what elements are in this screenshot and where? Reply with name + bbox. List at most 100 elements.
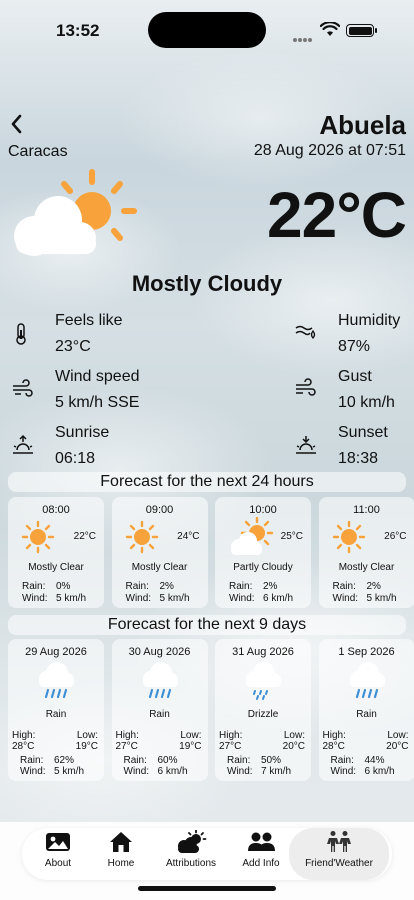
daily-low-label: Low: [180, 730, 202, 741]
drizzle-icon [246, 662, 281, 700]
feels-like-label: Feels like [55, 312, 123, 329]
humidity-value: 87% [338, 338, 371, 355]
rain-icon [39, 662, 74, 699]
hourly-condition: Mostly Clear [28, 562, 84, 573]
hourly-rain-value: 2% [263, 581, 278, 592]
home-icon [110, 832, 132, 852]
hourly-rain-label: Rain: [332, 581, 356, 592]
current-temperature: 22°C [267, 179, 407, 251]
wifi-icon [320, 22, 340, 36]
daily-condition: Rain [356, 709, 377, 720]
people-icon [248, 832, 275, 851]
gust-icon [296, 378, 316, 396]
sunset-value: 18:38 [338, 450, 379, 467]
daily-wind-value: 5 km/h [54, 766, 85, 777]
humidity-label: Humidity [338, 312, 401, 329]
daily-wind-label: Wind: [227, 766, 253, 777]
hourly-forecast-card: 11:00 26°C Mostly Clear Rain: 2% Wind: 5… [318, 497, 414, 608]
daily-wind-label: Wind: [330, 766, 357, 777]
wind-icon [13, 379, 33, 397]
daily-date: 30 Aug 2026 [128, 646, 191, 658]
sunrise-label: Sunrise [55, 424, 110, 441]
status-time: 13:52 [56, 21, 100, 40]
tab-home[interactable]: Home [99, 830, 143, 878]
sun-icon [125, 520, 158, 554]
tab-attributions-label: Attributions [165, 858, 217, 869]
daily-high-label: High: [12, 730, 36, 741]
back-chevron-icon[interactable] [6, 112, 28, 136]
hourly-rain-value: 0% [56, 581, 71, 592]
feels-like-value: 23°C [55, 338, 91, 355]
hourly-wind-label: Wind: [22, 593, 48, 604]
daily-forecast-title: Forecast for the next 9 days [8, 615, 406, 635]
cloud-sun-icon [178, 830, 207, 853]
location-name: Abuela [319, 110, 406, 140]
daily-wind-value: 6 km/h [364, 766, 395, 777]
daily-condition: Drizzle [247, 709, 279, 720]
wind-speed-value: 5 km/h SSE [55, 394, 140, 411]
daily-rain-label: Rain: [123, 755, 147, 766]
hourly-rain-label: Rain: [229, 581, 253, 592]
battery-icon [346, 24, 377, 37]
daily-rain-label: Rain: [330, 755, 354, 766]
daily-forecast-card: 1 Sep 2026 Rain High: Low: 28°C 20°C Rai… [318, 639, 414, 781]
tab-about[interactable]: About [36, 830, 80, 878]
hourly-wind-value: 5 km/h [56, 593, 87, 604]
sunset-icon [296, 436, 316, 454]
hourly-wind-label: Wind: [229, 593, 255, 604]
hourly-time: 08:00 [42, 504, 70, 516]
hourly-forecast-card: 08:00 22°C Mostly Clear Rain: 0% Wind: 5… [8, 497, 104, 608]
hourly-wind-value: 5 km/h [366, 593, 397, 604]
hourly-rain-label: Rain: [125, 581, 149, 592]
cloud-sun-icon [14, 169, 137, 256]
current-condition: Mostly Cloudy [131, 271, 283, 296]
daily-rain-label: Rain: [20, 755, 44, 766]
daily-low-value: 20°C [386, 741, 409, 752]
daily-wind-label: Wind: [20, 766, 46, 777]
hourly-condition: Mostly Clear [338, 562, 395, 573]
hourly-rain-label: Rain: [22, 581, 46, 592]
tab-friend-weather[interactable]: Friend'Weather [289, 828, 389, 880]
daily-date: 31 Aug 2026 [232, 646, 294, 658]
rain-icon [349, 662, 385, 699]
daily-date: 29 Aug 2026 [25, 646, 87, 658]
tab-add-info[interactable]: Add Info [238, 830, 284, 878]
daily-rain-value: 62% [54, 755, 75, 766]
sun-icon [332, 520, 365, 554]
tab-add-info-label: Add Info [242, 858, 280, 869]
daily-rain-label: Rain: [227, 755, 251, 766]
cloud-sun-icon [231, 517, 274, 555]
daily-date: 1 Sep 2026 [338, 646, 395, 658]
tab-attributions[interactable]: Attributions [161, 830, 221, 878]
hourly-rain-value: 2% [366, 581, 381, 592]
daily-high-value: 27°C [219, 741, 242, 752]
daily-high-value: 27°C [115, 741, 138, 752]
city-name: Caracas [8, 143, 68, 160]
sun-icon [21, 520, 55, 554]
hourly-wind-label: Wind: [332, 593, 359, 604]
hourly-temp: 22°C [73, 531, 96, 542]
hourly-time: 09:00 [145, 504, 174, 516]
daily-condition: Rain [45, 709, 67, 720]
daily-high-label: High: [115, 730, 139, 741]
hourly-temp: 24°C [177, 531, 200, 542]
daily-low-value: 19°C [179, 741, 202, 752]
daily-forecast-card: 30 Aug 2026 Rain High: Low: 27°C 19°C Ra… [111, 639, 208, 781]
hourly-temp: 26°C [384, 531, 407, 542]
daily-high-label: High: [219, 730, 243, 741]
thermometer-icon [16, 323, 26, 345]
daily-high-label: High: [322, 730, 346, 741]
daily-rain-value: 50% [261, 755, 282, 766]
daily-wind-value: 7 km/h [261, 766, 292, 777]
signal-icon [293, 29, 315, 42]
daily-high-value: 28°C [12, 741, 35, 752]
status-bar: 13:52 [0, 0, 414, 60]
sunrise-value: 06:18 [55, 450, 96, 467]
daily-wind-value: 6 km/h [157, 766, 188, 777]
hourly-time: 10:00 [249, 504, 277, 516]
tab-friend-weather-label: Friend'Weather [305, 858, 373, 869]
observation-datetime: 28 Aug 2026 at 07:51 [253, 142, 406, 159]
friends-icon [327, 831, 351, 852]
wind-speed-label: Wind speed [55, 368, 140, 385]
gust-label: Gust [338, 368, 372, 385]
